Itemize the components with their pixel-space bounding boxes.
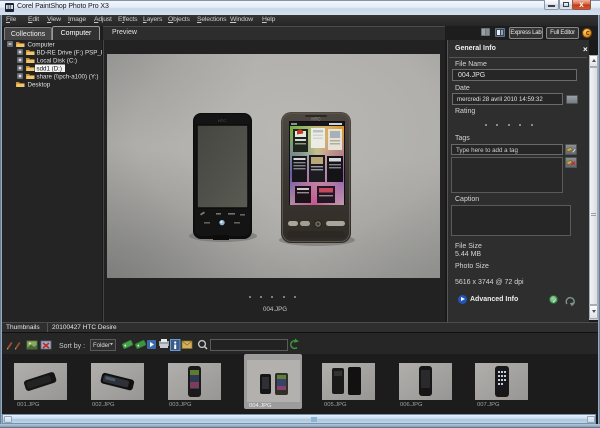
svg-text:HTC: HTC <box>311 117 321 122</box>
svg-text:HTC: HTC <box>218 118 226 123</box>
svg-text:Computer: Computer <box>28 42 55 49</box>
svg-text:007.JPG: 007.JPG <box>477 402 500 408</box>
svg-text:Sort by :: Sort by : <box>59 343 85 350</box>
svg-text:002.JPG: 002.JPG <box>92 402 115 408</box>
svg-text:BD-RE Drive (F:) PSP_PRO_: BD-RE Drive (F:) PSP_PRO_ <box>37 50 103 57</box>
svg-text:Desktop: Desktop <box>28 82 51 89</box>
svg-text:003.JPG: 003.JPG <box>169 402 192 408</box>
svg-text:Folder: Folder <box>93 343 110 349</box>
svg-text:sdd1 (D:): sdd1 (D:) <box>37 66 62 73</box>
svg-text:001.JPG: 001.JPG <box>17 402 40 408</box>
svg-text:share (\\pch-a100) (Y:): share (\\pch-a100) (Y:) <box>37 74 99 81</box>
svg-text:Local Disk (C:): Local Disk (C:) <box>37 58 78 65</box>
svg-text:006.JPG: 006.JPG <box>400 402 423 408</box>
svg-text:004.JPG: 004.JPG <box>249 403 272 409</box>
svg-text:005.JPG: 005.JPG <box>324 402 347 408</box>
